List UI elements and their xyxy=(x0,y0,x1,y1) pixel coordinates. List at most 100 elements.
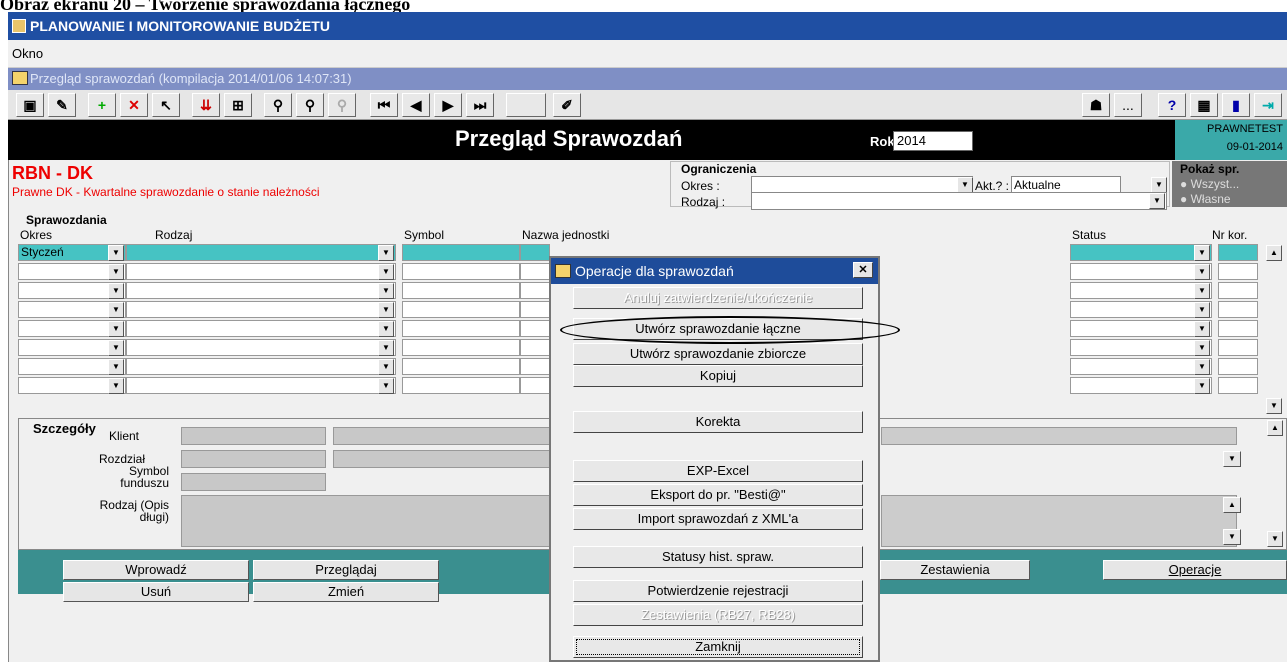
delete-icon[interactable]: ✕ xyxy=(120,93,148,117)
users-icon[interactable]: ☗ xyxy=(1082,93,1110,117)
table-cell[interactable] xyxy=(1070,244,1212,261)
table-cell[interactable] xyxy=(520,377,550,394)
next-record-icon[interactable]: ▶ xyxy=(434,93,462,117)
table-cell[interactable] xyxy=(402,263,520,280)
row-dropdown-icon[interactable]: ▼ xyxy=(378,340,394,356)
table-cell[interactable] xyxy=(1218,320,1258,337)
row-dropdown-icon[interactable]: ▼ xyxy=(378,321,394,337)
import-xml-button[interactable]: Import sprawozdań z XML'a xyxy=(573,508,863,530)
zmien-button[interactable]: Zmień xyxy=(253,582,439,602)
table-cell[interactable] xyxy=(520,320,550,337)
zamknij-button[interactable]: Zamknij xyxy=(573,636,863,658)
ellipsis-button[interactable]: ... xyxy=(1114,93,1142,117)
row-dropdown-icon[interactable]: ▼ xyxy=(1194,302,1210,318)
search-icon[interactable]: ⚲ xyxy=(264,93,292,117)
row-dropdown-icon[interactable]: ▼ xyxy=(378,302,394,318)
table-cell[interactable] xyxy=(520,244,550,261)
grid-icon[interactable]: ⊞ xyxy=(224,93,252,117)
row-dropdown-icon[interactable]: ▼ xyxy=(1194,283,1210,299)
row-dropdown-icon[interactable]: ▼ xyxy=(1194,340,1210,356)
rodzaj-dropdown-icon[interactable]: ▼ xyxy=(1149,193,1165,209)
table-cell[interactable] xyxy=(520,263,550,280)
row-dropdown-icon[interactable]: ▼ xyxy=(378,359,394,375)
table-cell[interactable] xyxy=(126,320,396,337)
akt-dropdown-icon[interactable]: ▼ xyxy=(1151,177,1167,193)
prev-record-icon[interactable]: ◀ xyxy=(402,93,430,117)
table-cell[interactable] xyxy=(402,377,520,394)
potwierdzenie-button[interactable]: Potwierdzenie rejestracji xyxy=(573,580,863,602)
exp-excel-button[interactable]: EXP-Excel xyxy=(573,460,863,482)
table-cell[interactable] xyxy=(1218,282,1258,299)
last-record-icon[interactable]: ⏭ xyxy=(466,93,494,117)
table-cell[interactable] xyxy=(126,339,396,356)
row-dropdown-icon[interactable]: ▼ xyxy=(108,302,124,318)
table-cell[interactable] xyxy=(126,358,396,375)
row-dropdown-icon[interactable]: ▼ xyxy=(108,340,124,356)
table-cell[interactable] xyxy=(1218,339,1258,356)
row-dropdown-icon[interactable]: ▼ xyxy=(378,264,394,280)
row-dropdown-icon[interactable]: ▼ xyxy=(1194,321,1210,337)
rozdzial-dropdown-icon[interactable]: ▼ xyxy=(1223,451,1241,467)
okres-dropdown-icon[interactable]: ▼ xyxy=(957,177,973,193)
save-icon[interactable]: ▣ xyxy=(16,93,44,117)
table-cell[interactable] xyxy=(1218,358,1258,375)
table-cell[interactable] xyxy=(402,282,520,299)
utworz-laczne-button[interactable]: Utwórz sprawozdanie łączne xyxy=(573,318,863,340)
clear-icon[interactable]: ✎ xyxy=(48,93,76,117)
zestawienia-button[interactable]: Zestawienia xyxy=(880,560,1030,580)
table-cell[interactable] xyxy=(402,320,520,337)
wprowadz-button[interactable]: Wprowadź xyxy=(63,560,249,580)
row-dropdown-icon[interactable]: ▼ xyxy=(108,245,124,261)
operacje-button[interactable]: Operacje xyxy=(1103,560,1287,580)
info-icon[interactable]: ▮ xyxy=(1222,93,1250,117)
row-dropdown-icon[interactable]: ▼ xyxy=(108,283,124,299)
row-dropdown-icon[interactable]: ▼ xyxy=(378,283,394,299)
rok-input[interactable]: 2014 xyxy=(893,131,973,151)
query-icon[interactable]: ⚲ xyxy=(296,93,324,117)
menu-okno[interactable]: Okno xyxy=(12,46,43,61)
table-cell[interactable] xyxy=(1070,358,1212,375)
grid-scroll-down-icon[interactable]: ▼ xyxy=(1266,398,1282,414)
row-dropdown-icon[interactable]: ▼ xyxy=(108,359,124,375)
help-icon[interactable]: ? xyxy=(1158,93,1186,117)
table-cell[interactable] xyxy=(520,339,550,356)
radio-wszystkie[interactable]: ● Wszyst... xyxy=(1180,177,1239,191)
row-dropdown-icon[interactable]: ▼ xyxy=(108,321,124,337)
row-dropdown-icon[interactable]: ▼ xyxy=(1194,264,1210,280)
table-cell[interactable] xyxy=(520,301,550,318)
calc-icon[interactable]: ▦ xyxy=(1190,93,1218,117)
radio-wlasne[interactable]: ● Własne xyxy=(1180,192,1231,206)
utworz-zbiorcze-button[interactable]: Utwórz sprawozdanie zbiorcze xyxy=(573,343,863,365)
row-dropdown-icon[interactable]: ▼ xyxy=(108,264,124,280)
row-dropdown-icon[interactable]: ▼ xyxy=(1194,359,1210,375)
undo-icon[interactable]: ↖ xyxy=(152,93,180,117)
add-icon[interactable]: + xyxy=(88,93,116,117)
opis-scroll-down-icon[interactable]: ▼ xyxy=(1223,529,1241,545)
table-cell[interactable] xyxy=(402,301,520,318)
usun-button[interactable]: Usuń xyxy=(63,582,249,602)
dialog-close-icon[interactable]: ✕ xyxy=(853,262,873,278)
table-cell[interactable] xyxy=(126,282,396,299)
statusy-hist-button[interactable]: Statusy hist. spraw. xyxy=(573,546,863,568)
table-cell[interactable] xyxy=(402,244,520,261)
rodzaj-filter[interactable] xyxy=(751,192,1167,210)
exit-icon[interactable]: ⇥ xyxy=(1254,93,1282,117)
details-scroll-down-icon[interactable]: ▼ xyxy=(1267,531,1283,547)
table-cell[interactable] xyxy=(1218,263,1258,280)
table-cell[interactable] xyxy=(126,244,396,261)
table-cell[interactable] xyxy=(402,339,520,356)
table-cell[interactable] xyxy=(1218,244,1258,261)
eksport-bestia-button[interactable]: Eksport do pr. "Besti@" xyxy=(573,484,863,506)
grid-scroll-up-icon[interactable]: ▲ xyxy=(1266,245,1282,261)
details-scroll-up-icon[interactable]: ▲ xyxy=(1267,420,1283,436)
row-dropdown-icon[interactable]: ▼ xyxy=(1194,378,1210,394)
eraser-icon[interactable]: ✐ xyxy=(553,93,581,117)
row-dropdown-icon[interactable]: ▼ xyxy=(378,245,394,261)
table-cell[interactable] xyxy=(1218,301,1258,318)
table-cell[interactable] xyxy=(1070,282,1212,299)
first-record-icon[interactable]: ⏮ xyxy=(370,93,398,117)
korekta-button[interactable]: Korekta xyxy=(573,411,863,433)
table-cell[interactable] xyxy=(1070,339,1212,356)
table-cell[interactable] xyxy=(126,301,396,318)
table-cell[interactable] xyxy=(1070,320,1212,337)
